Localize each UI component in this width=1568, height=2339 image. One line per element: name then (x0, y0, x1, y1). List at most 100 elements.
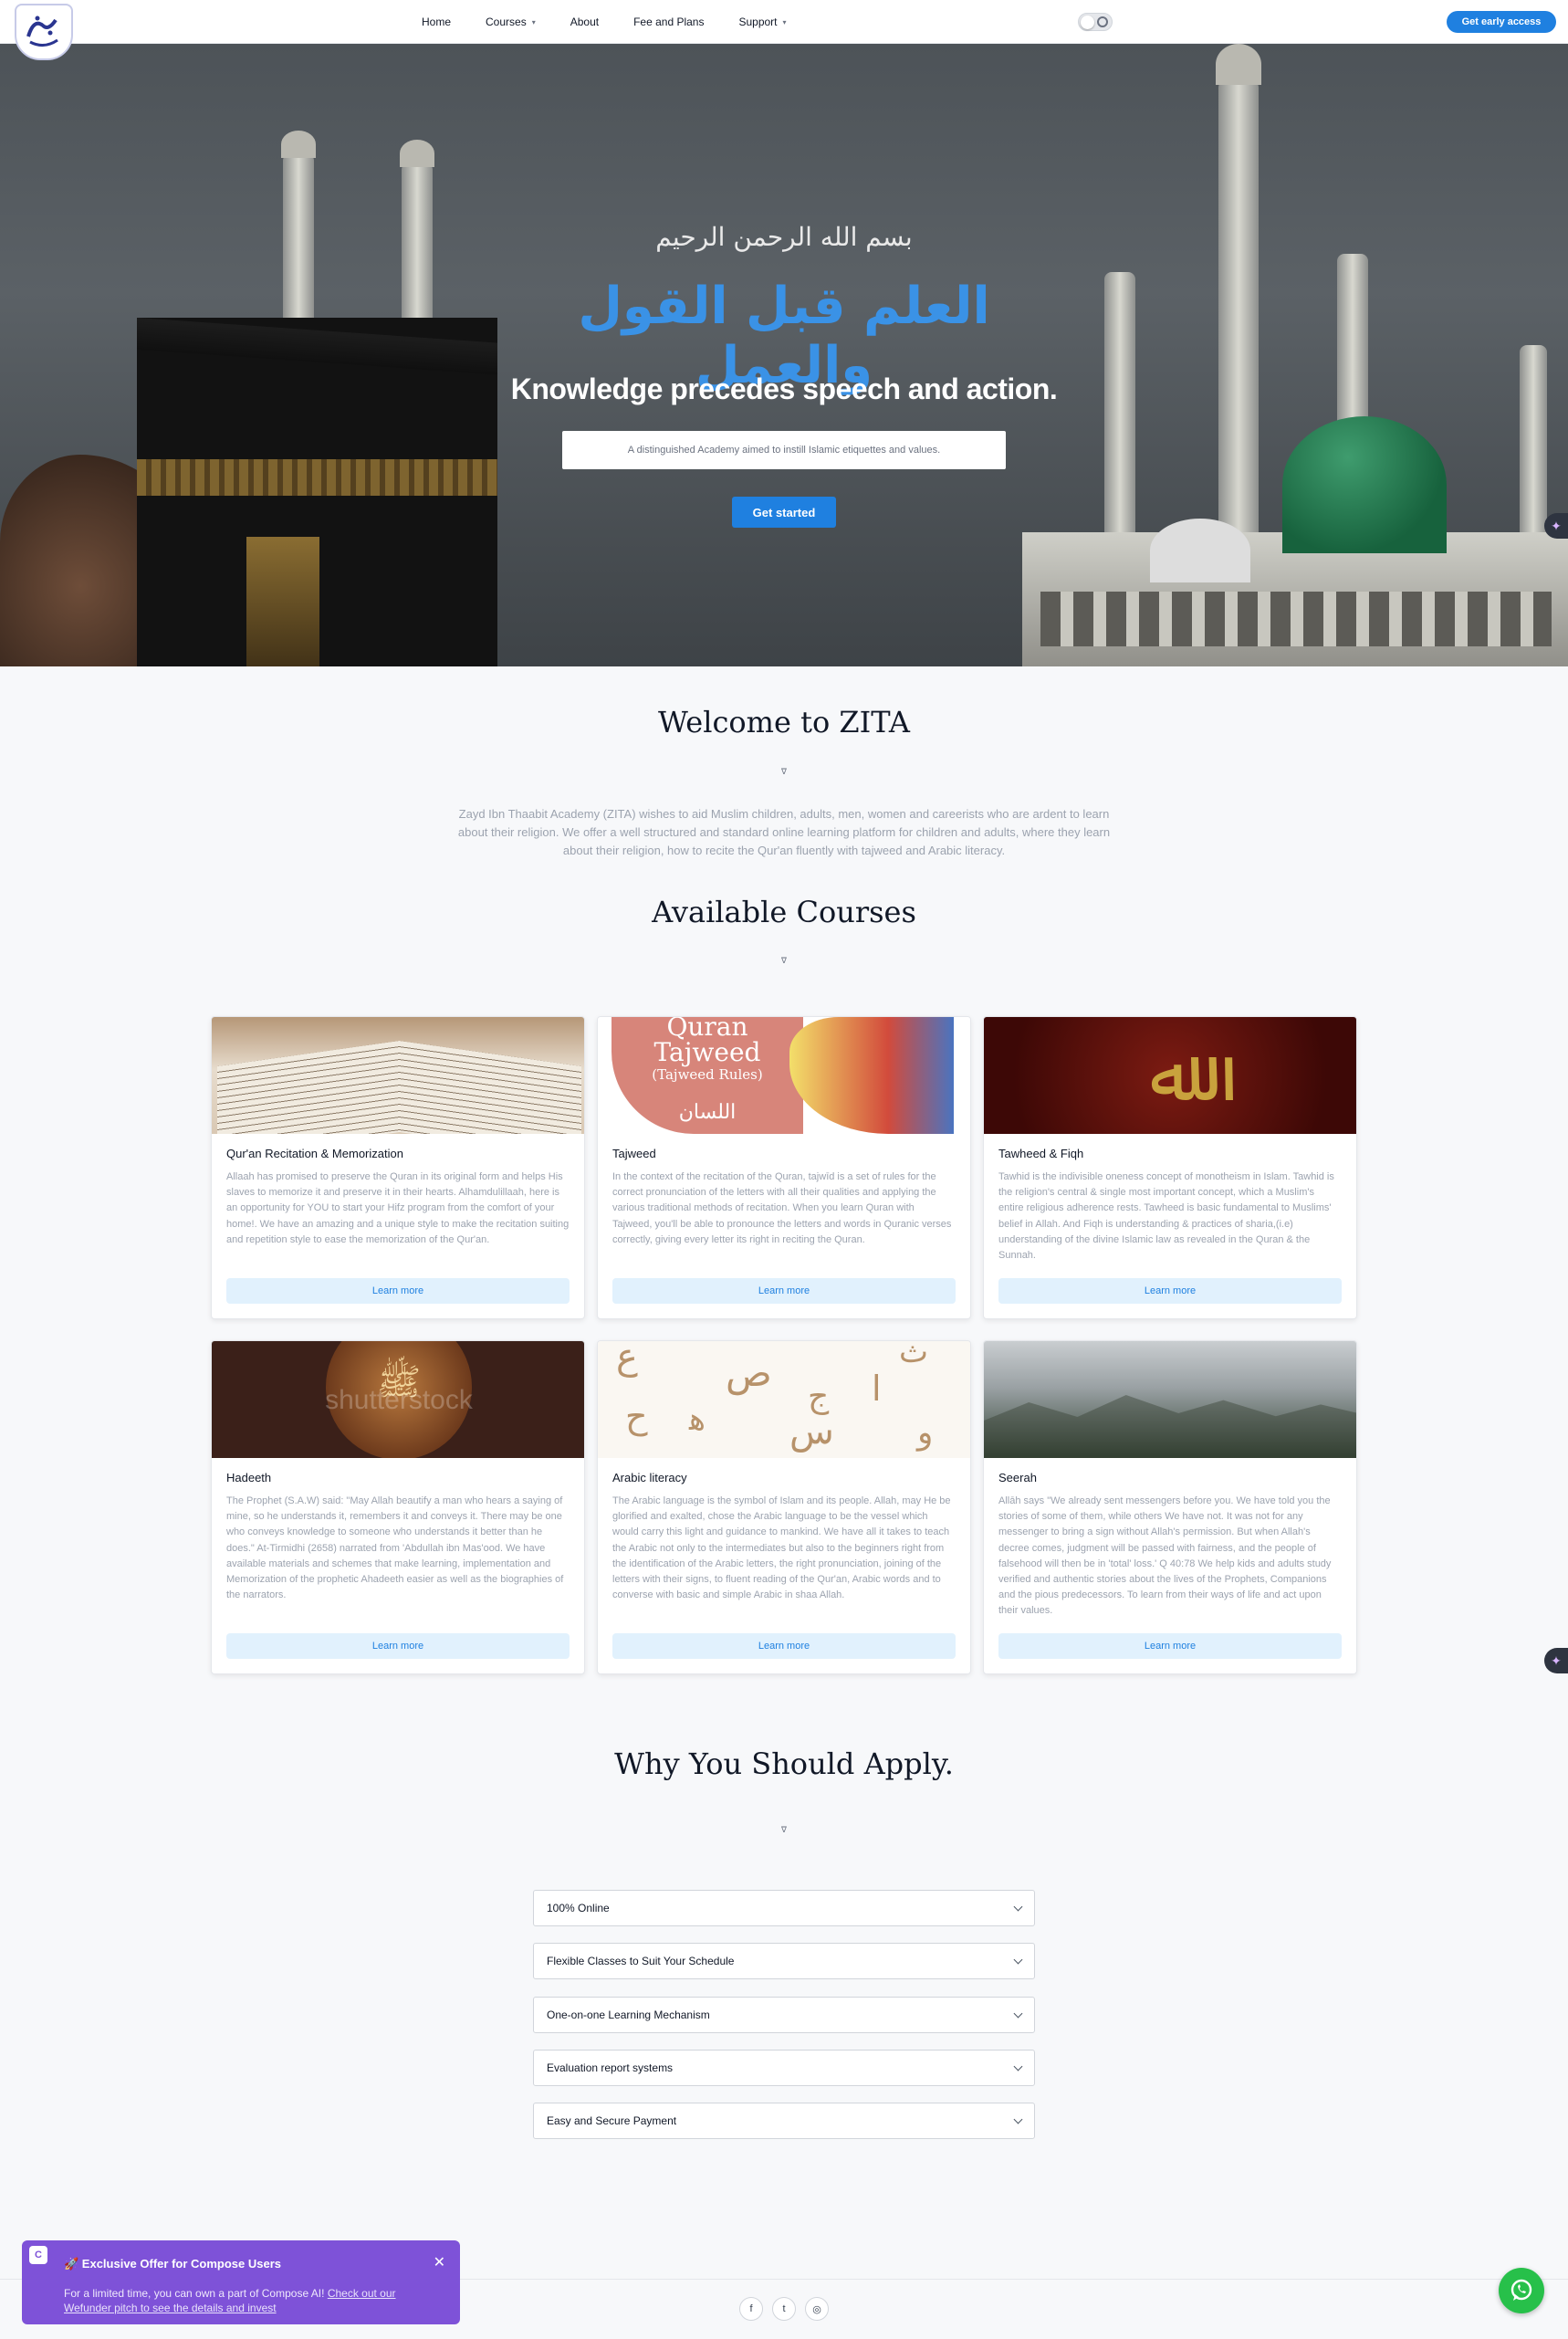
zita-logo[interactable] (15, 4, 73, 60)
course-card-tajweed: Quran Tajweed (Tajweed Rules) اللسان Taj… (597, 1016, 971, 1319)
learn-more-button[interactable]: Learn more (998, 1633, 1342, 1659)
nav-fee-and-plans[interactable]: Fee and Plans (633, 16, 704, 28)
get-started-button[interactable]: Get started (732, 497, 836, 528)
accordion-label: 100% Online (547, 1902, 610, 1914)
tajweed-image-rules: (Tajweed Rules) (652, 1066, 763, 1083)
toggle-knob (1081, 16, 1094, 29)
accordion-item[interactable]: 100% Online (533, 1890, 1035, 1926)
course-title: Qur'an Recitation & Memorization (226, 1147, 403, 1160)
accordion-item[interactable]: Easy and Secure Payment (533, 2103, 1035, 2139)
arabic-letter: ح (625, 1396, 648, 1436)
green-dome (1282, 416, 1447, 553)
course-card-hadeeth: ﷺ shutterstock Hadeeth The Prophet (S.A.… (211, 1340, 585, 1674)
twitter-icon[interactable]: t (772, 2297, 796, 2321)
bismillah-calligraphy: بسم الله الرحمن الرحيم (655, 222, 913, 252)
minaret-cap (400, 140, 434, 167)
minaret-cap (1216, 44, 1261, 85)
nav-support-label: Support (738, 16, 778, 28)
learn-more-button[interactable]: Learn more (612, 1278, 956, 1304)
course-card-tawheed: ﷲ Tawheed & Fiqh Tawhid is the indivisib… (983, 1016, 1357, 1319)
courses-title: Available Courses (652, 895, 916, 929)
book-page-right (399, 1040, 581, 1134)
sparkle-icon[interactable]: ✦ (1544, 513, 1568, 539)
minaret-right-2 (1104, 272, 1135, 555)
learn-more-button[interactable]: Learn more (226, 1633, 570, 1659)
course-card-arabic: ع ص ج ا ث ح ﻫ س و Arabic literacy The Ar… (597, 1340, 971, 1674)
instagram-icon[interactable]: ◎ (805, 2297, 829, 2321)
offer-title: 🚀 Exclusive Offer for Compose Users (64, 2257, 281, 2271)
facebook-icon[interactable]: f (739, 2297, 763, 2321)
course-card-seerah: Seerah Allāh says "We already sent messe… (983, 1340, 1357, 1674)
why-title: Why You Should Apply. (614, 1746, 954, 1781)
kaaba-gold-band (137, 459, 497, 496)
minaret-right-3 (1337, 254, 1368, 436)
book-page-left (217, 1040, 400, 1134)
course-title: Tajweed (612, 1147, 656, 1160)
hero-section: بسم الله الرحمن الرحيم العلم قبل القول و… (0, 44, 1568, 666)
top-navbar: Home Courses ▾ About Fee and Plans Suppor… (0, 0, 1568, 60)
course-title: Seerah (998, 1471, 1037, 1484)
arabic-letters-image: ع ص ج ا ث ح ﻫ س و (598, 1341, 970, 1458)
minaret-cap (281, 131, 316, 158)
quran-book-image (212, 1017, 584, 1134)
chevron-down-icon (1013, 2009, 1023, 2018)
course-description: Allāh says "We already sent messengers b… (998, 1495, 1332, 1617)
course-title: Hadeeth (226, 1471, 272, 1484)
sparkle-icon[interactable]: ✦ (1544, 1648, 1568, 1673)
mountain-ridge (984, 1395, 1356, 1458)
accordion-label: Flexible Classes to Suit Your Schedule (547, 1955, 735, 1967)
course-description: The Arabic language is the symbol of Isl… (612, 1495, 951, 1601)
course-card-quran: Qur'an Recitation & Memorization Allaah … (211, 1016, 585, 1319)
arabic-letter: ا (872, 1369, 882, 1409)
minaret-right-1 (1218, 80, 1259, 555)
offer-banner: C 🚀 Exclusive Offer for Compose Users ✕ … (22, 2240, 460, 2324)
tajweed-image-tajweed: Tajweed (653, 1037, 761, 1067)
course-description: The Prophet (S.A.W) said: "May Allah bea… (226, 1495, 564, 1601)
arabic-letter: ع (616, 1341, 638, 1378)
nav-fee-label: Fee and Plans (633, 16, 705, 28)
stock-watermark: shutterstock (325, 1385, 473, 1415)
chevron-down-icon: ▾ (531, 17, 536, 26)
arabic-letter: و (917, 1414, 934, 1452)
logo-emblem-icon (26, 16, 58, 47)
chevron-down-icon (1013, 1955, 1023, 1964)
arabic-letter: ﻫ (689, 1401, 706, 1438)
learn-more-button[interactable]: Learn more (226, 1278, 570, 1304)
tajweed-image: Quran Tajweed (Tajweed Rules) اللسان (598, 1017, 970, 1134)
moon-icon (1097, 16, 1108, 27)
section-divider-icon: ᐁ (780, 1825, 788, 1834)
course-title: Tawheed & Fiqh (998, 1147, 1084, 1160)
nav-courses[interactable]: Courses ▾ (486, 16, 536, 28)
course-description: In the context of the recitation of the … (612, 1171, 952, 1245)
nav-home[interactable]: Home (422, 16, 451, 28)
nav-support[interactable]: Support ▾ (738, 16, 786, 28)
whatsapp-button[interactable] (1499, 2268, 1544, 2313)
hadeeth-image: ﷺ shutterstock (212, 1341, 584, 1458)
nav-about-label: About (570, 16, 600, 28)
hero-subtitle: A distinguished Academy aimed to instill… (562, 431, 1006, 469)
theme-toggle[interactable] (1078, 13, 1113, 31)
course-description: Allaah has promised to preserve the Qura… (226, 1171, 570, 1245)
get-early-access-button[interactable]: Get early access (1447, 11, 1556, 33)
accordion-label: Easy and Secure Payment (547, 2114, 677, 2127)
compose-logo-icon: C (29, 2246, 47, 2264)
accordion-item[interactable]: Evaluation report systems (533, 2050, 1035, 2086)
nav-home-label: Home (422, 16, 452, 28)
course-description: Tawhid is the indivisible oneness concep… (998, 1171, 1334, 1262)
close-icon[interactable]: ✕ (434, 2253, 445, 2271)
chevron-down-icon (1013, 2114, 1023, 2124)
welcome-title: Welcome to ZITA (658, 705, 910, 739)
chevron-down-icon: ▾ (782, 17, 787, 26)
accordion-item[interactable]: Flexible Classes to Suit Your Schedule (533, 1943, 1035, 1979)
mosque-arches (1040, 592, 1552, 646)
learn-more-button[interactable]: Learn more (612, 1633, 956, 1659)
section-divider-icon: ᐁ (780, 956, 788, 965)
nav-links: Home Courses ▾ About Fee and Plans Suppor… (422, 0, 787, 44)
learn-more-button[interactable]: Learn more (998, 1278, 1342, 1304)
accordion-item[interactable]: One-on-one Learning Mechanism (533, 1997, 1035, 2033)
mountains-image (984, 1341, 1356, 1458)
nav-about[interactable]: About (570, 16, 599, 28)
offer-body: For a limited time, you can own a part o… (64, 2286, 429, 2315)
course-title: Arabic literacy (612, 1471, 687, 1484)
gold-calligraphy: ﷲ (1149, 1033, 1193, 1117)
